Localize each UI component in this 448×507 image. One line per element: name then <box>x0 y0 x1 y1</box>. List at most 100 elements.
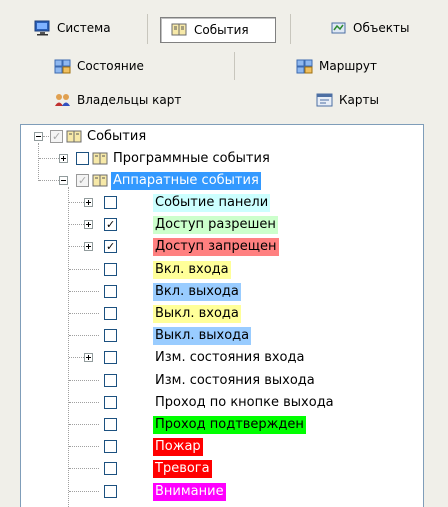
tree-node-group[interactable]: Программные события <box>21 148 421 170</box>
tree-connector <box>39 158 59 160</box>
book-icon <box>92 173 109 189</box>
expand-icon[interactable] <box>84 220 93 230</box>
cards-button[interactable]: Карты <box>316 88 379 112</box>
checkbox-partial[interactable]: ✓ <box>76 174 89 187</box>
collapse-icon[interactable] <box>34 132 43 141</box>
tree-node-event[interactable]: ✓ Доступ разрешен <box>21 214 421 236</box>
tree-node-event[interactable]: Проход подтвержден <box>21 414 421 436</box>
book-icon <box>171 22 188 38</box>
tree-node-event[interactable]: Внимание <box>21 481 421 503</box>
card-icon <box>316 92 333 108</box>
tree-node-event[interactable]: Изм. состояния выхода <box>21 370 421 392</box>
tree-node-label: Пожар <box>153 438 203 457</box>
state-icon <box>54 58 71 74</box>
toolbar-separator <box>147 14 148 44</box>
events-button[interactable]: События <box>160 17 276 43</box>
tree-connector <box>69 490 99 493</box>
events-panel: Система События Объекты Состояние Маршру… <box>0 0 448 507</box>
monitor-icon <box>34 20 51 36</box>
checkbox[interactable] <box>104 262 117 276</box>
tree-node-event[interactable]: Пожар <box>21 436 421 458</box>
checkbox[interactable] <box>104 484 117 498</box>
expand-icon[interactable] <box>84 242 93 252</box>
tree-node-event[interactable]: Вкл. выхода <box>21 281 421 303</box>
cards-button-label: Карты <box>339 93 379 107</box>
tree-node-label: Проход подтвержден <box>153 416 306 434</box>
card-owners-button-label: Владельцы карт <box>77 93 182 107</box>
checkbox[interactable] <box>104 196 117 209</box>
expand-icon[interactable] <box>84 353 93 363</box>
objects-icon <box>330 20 347 36</box>
tree-node-label: Тревога <box>153 460 212 479</box>
expand-icon[interactable] <box>84 198 93 207</box>
checkbox[interactable] <box>104 329 117 343</box>
tree-node-label: Вкл. входа <box>153 260 231 279</box>
tree-node-event[interactable]: Выкл. выхода <box>21 325 421 347</box>
tree-connector <box>69 424 99 426</box>
system-button-label: Система <box>57 21 111 35</box>
tree-connector <box>69 313 99 315</box>
events-button-label: События <box>194 23 249 37</box>
checkbox[interactable] <box>104 373 117 387</box>
tree-node-label: Изм. состояния выхода <box>155 372 315 388</box>
tree-connector <box>39 180 59 182</box>
tree-connector <box>69 224 84 226</box>
checkbox[interactable] <box>104 418 117 431</box>
route-button[interactable]: Маршрут <box>296 54 377 78</box>
tree-node-label: Доступ разрешен <box>153 216 278 235</box>
tree-node-event[interactable]: Изм. состояния входа <box>21 347 421 369</box>
tree-node-root[interactable]: ✓ События <box>21 126 421 148</box>
checkbox-checked[interactable]: ✓ <box>104 218 117 232</box>
tree-node-label: Вкл. выхода <box>153 282 241 301</box>
book-icon <box>66 129 83 145</box>
checkbox[interactable] <box>104 307 117 320</box>
tree-connector <box>69 379 99 382</box>
checkbox[interactable] <box>104 462 117 476</box>
tree-connector <box>69 268 99 271</box>
tree-node-label: Изм. состояния входа <box>155 350 305 366</box>
checkbox[interactable] <box>104 395 117 409</box>
checkbox[interactable] <box>104 351 117 365</box>
owners-icon <box>54 92 71 108</box>
tree-node-label: Выкл. выхода <box>153 327 252 346</box>
objects-button-label: Объекты <box>353 21 410 35</box>
route-icon <box>296 58 313 74</box>
tree-node-event[interactable]: Проход по кнопке выхода <box>21 392 421 414</box>
tree-connector <box>69 446 99 448</box>
tree-node-event[interactable]: Событие панели <box>21 192 421 214</box>
system-button[interactable]: Система <box>34 16 111 40</box>
tree-node-label: Доступ запрещен <box>153 238 279 257</box>
tree-node-event[interactable]: ✓ Доступ запрещен <box>21 236 421 258</box>
card-owners-button[interactable]: Владельцы карт <box>54 88 181 112</box>
tree-connector <box>69 246 84 248</box>
checkbox[interactable] <box>76 152 89 165</box>
collapse-icon[interactable] <box>59 176 68 185</box>
tree-node-label: События <box>87 129 147 144</box>
tree-node-event[interactable]: Тревога <box>21 458 421 480</box>
tree-node-label-selected: Аппаратные события <box>111 172 261 190</box>
tree-connector <box>69 468 99 470</box>
tree-connector <box>43 136 49 138</box>
tree-node-label: Проход по кнопке выхода <box>155 394 334 410</box>
tree-connector <box>69 290 99 293</box>
toolbar-separator <box>234 52 235 80</box>
tree-node-label: Внимание <box>153 482 226 501</box>
checkbox[interactable] <box>104 284 117 298</box>
state-button-label: Состояние <box>77 59 144 73</box>
checkbox[interactable] <box>104 440 117 454</box>
tree-connector <box>69 335 99 337</box>
state-button[interactable]: Состояние <box>54 54 144 78</box>
tree-node-group[interactable]: ✓ Аппаратные события <box>21 170 421 192</box>
tree-node-event[interactable]: Выкл. входа <box>21 303 421 325</box>
toolbar-separator <box>290 14 291 44</box>
tree-node-label: Выкл. входа <box>153 305 241 323</box>
tree-node-event[interactable]: Вкл. входа <box>21 259 421 281</box>
events-tree[interactable]: ✓ События Программные события ✓ Аппаратн… <box>20 124 424 507</box>
book-icon <box>92 151 109 167</box>
objects-button[interactable]: Объекты <box>330 16 409 40</box>
tree-node-label: Событие панели <box>153 194 271 212</box>
checkbox-partial[interactable]: ✓ <box>50 130 63 143</box>
checkbox-checked[interactable]: ✓ <box>104 240 117 254</box>
expand-icon[interactable] <box>59 154 68 163</box>
tree-connector <box>69 357 84 359</box>
